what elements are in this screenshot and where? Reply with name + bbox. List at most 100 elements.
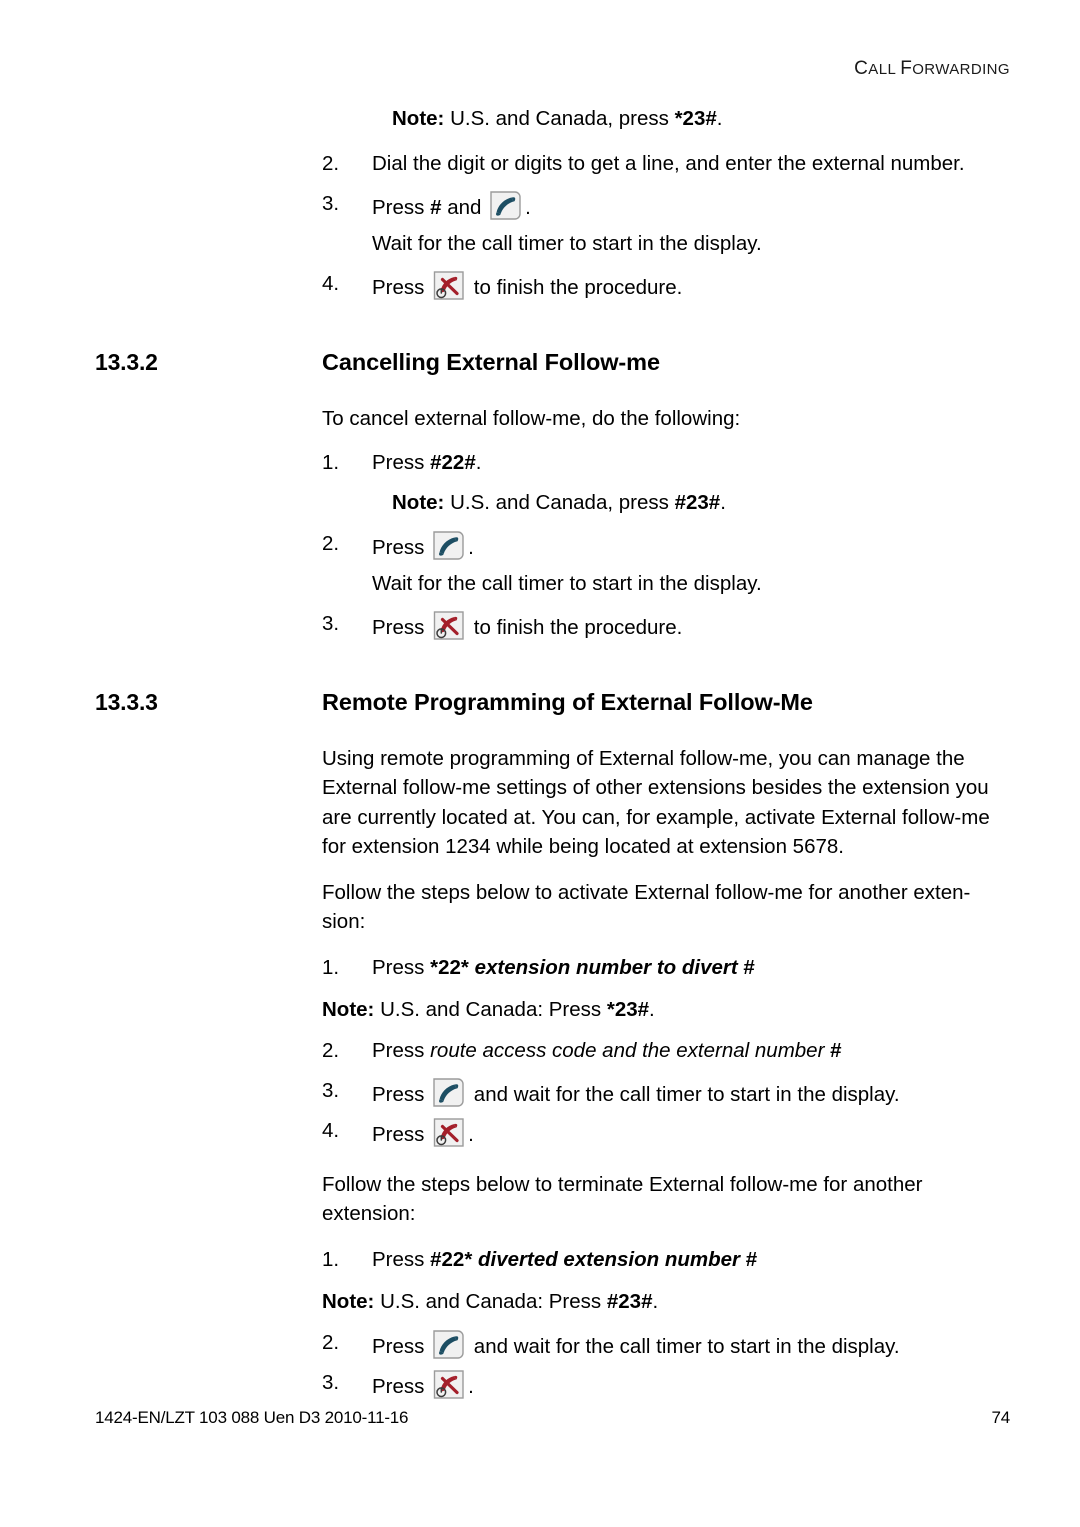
step-number: 1. [322,955,340,979]
step-number: 3. [322,611,340,635]
step-post: to finish the procedure. [468,276,683,299]
answer-call-key-icon[interactable] [432,1328,466,1362]
step-pre: Press [372,1038,431,1062]
step-number: 3. [322,192,340,215]
step-post: and wait for the call timer to start in … [468,1082,900,1106]
step-number: 2. [322,152,340,175]
step-keycode-end: # [743,955,755,979]
step-row: 1. Press *22* extension number to divert… [322,953,1020,983]
step-number: 2. [322,531,340,555]
step-row: 4. Press . [322,1116,1020,1150]
heading-number: 13.3.3 [95,688,158,715]
step-pre: Press [372,615,431,639]
step-text: Press to finish the procedure. [372,609,1020,643]
note-period: . [716,107,723,130]
step-row: 2. Dial the digit or digits to get a lin… [322,149,1020,179]
heading-title: Cancelling External Follow-me [322,349,660,375]
step-text: Press #22#. [372,448,1020,478]
step-number: 4. [322,272,340,295]
document-page: CALL FORWARDING Note: U.S. and Canada, p… [0,0,1080,1527]
step-number: 4. [322,1118,340,1142]
running-header: CALL FORWARDING [854,58,1010,80]
end-call-key-icon[interactable] [432,609,466,643]
note-code: *23# [606,997,650,1021]
step-continuation-text: Wait for the call timer to start in the … [372,232,762,255]
heading-13-3-3: 13.3.3 Remote Programming of External Fo… [0,689,1080,716]
step-pre: Press [372,196,431,219]
step-row: 4. Press to finish the procedure. [322,269,1020,303]
step-row: 3. Press # and . [322,189,1020,223]
heading-13-3-2: 13.3.2 Cancelling External Follow-me [0,349,1080,376]
note-code: #23# [606,1289,653,1313]
step-pre: Press [372,1374,431,1398]
answer-call-key-icon[interactable] [432,1076,466,1110]
step-row: 1. Press #22* diverted extension number … [322,1245,1020,1275]
step-post: . [468,535,474,559]
step-keycode: # [430,196,442,219]
note-us-canada-23hash: Note: U.S. and Canada, press *23#. [392,104,1080,133]
step-number: 2. [322,1330,340,1354]
section-1333-paragraph-2: Follow the steps below to activate Exter… [322,880,971,934]
step-text: Press . [372,529,1020,563]
running-header-all: ALL [868,61,901,78]
step-pre: Press [372,450,431,474]
answer-call-key-icon[interactable] [432,529,466,563]
note-period: . [649,997,655,1021]
step-post: . [475,450,482,474]
note-code: *23# [674,107,717,130]
page-footer: 1424-EN/LZT 103 088 Uen D3 2010-11-16 74 [95,1408,1010,1428]
answer-call-key-icon[interactable] [489,189,523,223]
step-pre: Press [372,1247,431,1271]
step-row: 2. Press route access code and the exter… [322,1036,1020,1066]
note-text: U.S. and Canada, press [444,107,675,130]
step-mid: and [441,196,488,219]
step-keycode: #22# [430,450,476,474]
heading-title: Remote Programming of External Follow-Me [322,688,813,715]
step-placeholder: extension number to divert [468,955,744,979]
step-pre: Press [372,535,431,559]
step-post: to finish the procedure. [468,615,683,639]
heading-number: 13.3.2 [95,349,158,375]
footer-document-id: 1424-EN/LZT 103 088 Uen D3 2010-11-16 [95,1408,409,1427]
step-pre: Press [372,276,431,299]
end-call-key-icon[interactable] [432,1368,466,1402]
note-period: . [720,490,726,514]
section-1333-paragraph-3: Follow the steps below to terminate Exte… [322,1172,923,1226]
step-number: 3. [322,1370,340,1394]
step-keycode-end: # [830,1038,842,1062]
step-keycode: #22* [430,1247,473,1271]
step-number: 2. [322,1038,340,1062]
footer-page-number: 74 [991,1408,1010,1427]
note-text: U.S. and Canada, press [444,490,675,514]
section-1333-paragraph-1: Using remote programming of External fol… [322,746,990,859]
step-keycode: *22* [430,955,469,979]
step-placeholder: diverted extension number [472,1247,746,1271]
step-pre: Press [372,955,431,979]
note-text: U.S. and Canada: Press [374,1289,607,1313]
step-text: Press to finish the procedure. [372,269,1020,303]
step-pre: Press [372,1122,431,1146]
step-number: 1. [322,450,340,474]
end-call-key-icon[interactable] [432,269,466,303]
step-placeholder: route access code and the external numbe… [430,1038,831,1062]
note-label: Note: [392,490,445,514]
step-row: 3. Press and wait for the call timer to … [322,1076,1020,1110]
note-label: Note: [322,1289,375,1313]
running-header-lead-f: F [900,58,913,79]
step-text: Press and wait for the call timer to sta… [372,1076,1020,1110]
step-text: Press . [372,1116,1020,1150]
step-row: 2. Press and wait for the call timer to … [322,1328,1020,1362]
note-us-canada-star23hash: Note: U.S. and Canada: Press *23#. [322,995,1080,1024]
section-1332-intro: To cancel external follow-me, do the fol… [322,407,741,430]
step-number: 3. [322,1078,340,1102]
step-post: . [468,1374,474,1398]
step-text: Press *22* extension number to divert # [372,953,1020,983]
step-pre: Press [372,1082,431,1106]
step-row: 2. Press . [322,529,1020,563]
step-row: 3. Press . [322,1368,1020,1402]
step-number: 1. [322,1247,340,1271]
step-post: and wait for the call timer to start in … [468,1334,900,1358]
end-call-key-icon[interactable] [432,1116,466,1150]
step-text: Press and wait for the call timer to sta… [372,1328,1020,1362]
step-text: Press #22* diverted extension number # [372,1245,1020,1275]
